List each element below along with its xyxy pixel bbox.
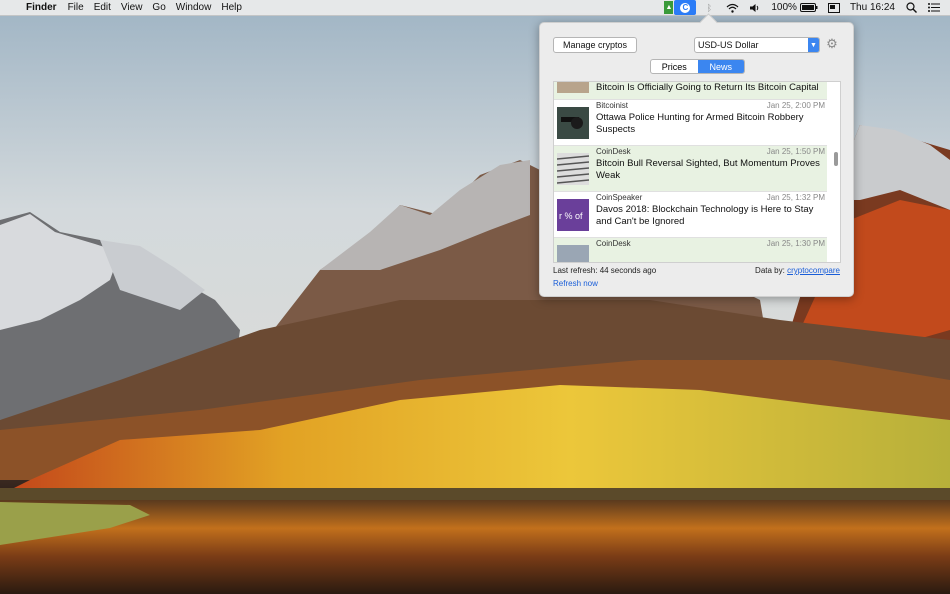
news-source: CoinDesk [596, 239, 631, 248]
price-up-indicator-icon[interactable]: ▲ [664, 1, 674, 14]
crypto-popover: Manage cryptos USD-US Dollar ▼ ⚙ Prices … [539, 22, 854, 297]
news-date: Jan 25, 2:00 PM [766, 101, 825, 110]
display-mirror-icon[interactable] [827, 1, 841, 14]
news-scrollbar[interactable] [834, 152, 838, 166]
news-title: Bitcoin Bull Reversal Sighted, But Momen… [596, 158, 820, 181]
crypto-app-tray-icon[interactable]: C [674, 0, 697, 15]
news-date: Jan 25, 1:32 PM [766, 193, 825, 202]
menu-window[interactable]: Window [176, 0, 212, 15]
manage-cryptos-button[interactable]: Manage cryptos [553, 37, 637, 53]
news-item[interactable]: Bitcoinist Jan 25, 2:00 PM Ottawa Police… [554, 100, 827, 146]
refresh-now-link[interactable]: Refresh now [553, 279, 598, 288]
news-item[interactable]: CoinDesk Jan 25, 1:50 PM Bitcoin Bull Re… [554, 146, 827, 192]
notification-center-icon[interactable] [927, 1, 941, 14]
data-attribution: Data by: cryptocompare [755, 266, 840, 275]
cryptocompare-link[interactable]: cryptocompare [787, 266, 840, 275]
news-source: Bitcoinist [596, 101, 629, 110]
news-source: CoinSpeaker [596, 193, 643, 202]
menu-clock[interactable]: Thu 16:24 [850, 2, 895, 13]
spotlight-search-icon[interactable] [904, 1, 918, 14]
svg-text:r % of: r % of [559, 211, 583, 221]
news-title: Bitcoin Is Officially Going to Return It… [596, 82, 819, 93]
tab-news[interactable]: News [697, 60, 744, 73]
news-date: Jan 25, 1:50 PM [766, 147, 825, 156]
menu-go[interactable]: Go [152, 0, 165, 15]
news-thumbnail [557, 82, 589, 93]
gear-icon[interactable]: ⚙ [825, 37, 839, 51]
tab-prices[interactable]: Prices [651, 60, 698, 73]
news-thumbnail [557, 107, 589, 139]
volume-icon[interactable] [748, 1, 762, 14]
menu-file[interactable]: File [68, 0, 84, 15]
chevron-down-icon: ▼ [808, 38, 819, 52]
news-item[interactable]: r % of CoinSpeaker Jan 25, 1:32 PM Davos… [554, 192, 827, 238]
bluetooth-icon[interactable]: ᛒ [702, 1, 716, 14]
view-tabs: Prices News [650, 59, 745, 74]
data-by-label: Data by: [755, 266, 785, 275]
battery-percentage: 100% [771, 2, 797, 13]
news-title: Ottawa Police Hunting for Armed Bitcoin … [596, 112, 804, 135]
news-item[interactable]: CoinDesk Jan 25, 1:30 PM [554, 238, 827, 262]
news-list[interactable]: Bitcoin Is Officially Going to Return It… [553, 81, 841, 263]
news-thumbnail [557, 245, 589, 262]
wifi-icon[interactable] [725, 1, 739, 14]
menu-edit[interactable]: Edit [94, 0, 111, 15]
menu-view[interactable]: View [121, 0, 143, 15]
menu-app-finder[interactable]: Finder [26, 0, 57, 15]
last-refresh-status: Last refresh: 44 seconds ago [553, 266, 657, 275]
battery-icon[interactable] [799, 1, 818, 14]
news-thumbnail: r % of [557, 199, 589, 231]
news-thumbnail [556, 153, 590, 185]
menu-help[interactable]: Help [221, 0, 242, 15]
currency-value: USD-US Dollar [698, 40, 759, 50]
news-source: CoinDesk [596, 147, 631, 156]
news-item[interactable]: Bitcoin Is Officially Going to Return It… [554, 82, 827, 100]
news-title: Davos 2018: Blockchain Technology is Her… [596, 204, 814, 227]
currency-select[interactable]: USD-US Dollar ▼ [694, 37, 820, 53]
menu-bar: Finder File Edit View Go Window Help ▲ C… [0, 0, 950, 16]
news-date: Jan 25, 1:30 PM [766, 239, 825, 248]
